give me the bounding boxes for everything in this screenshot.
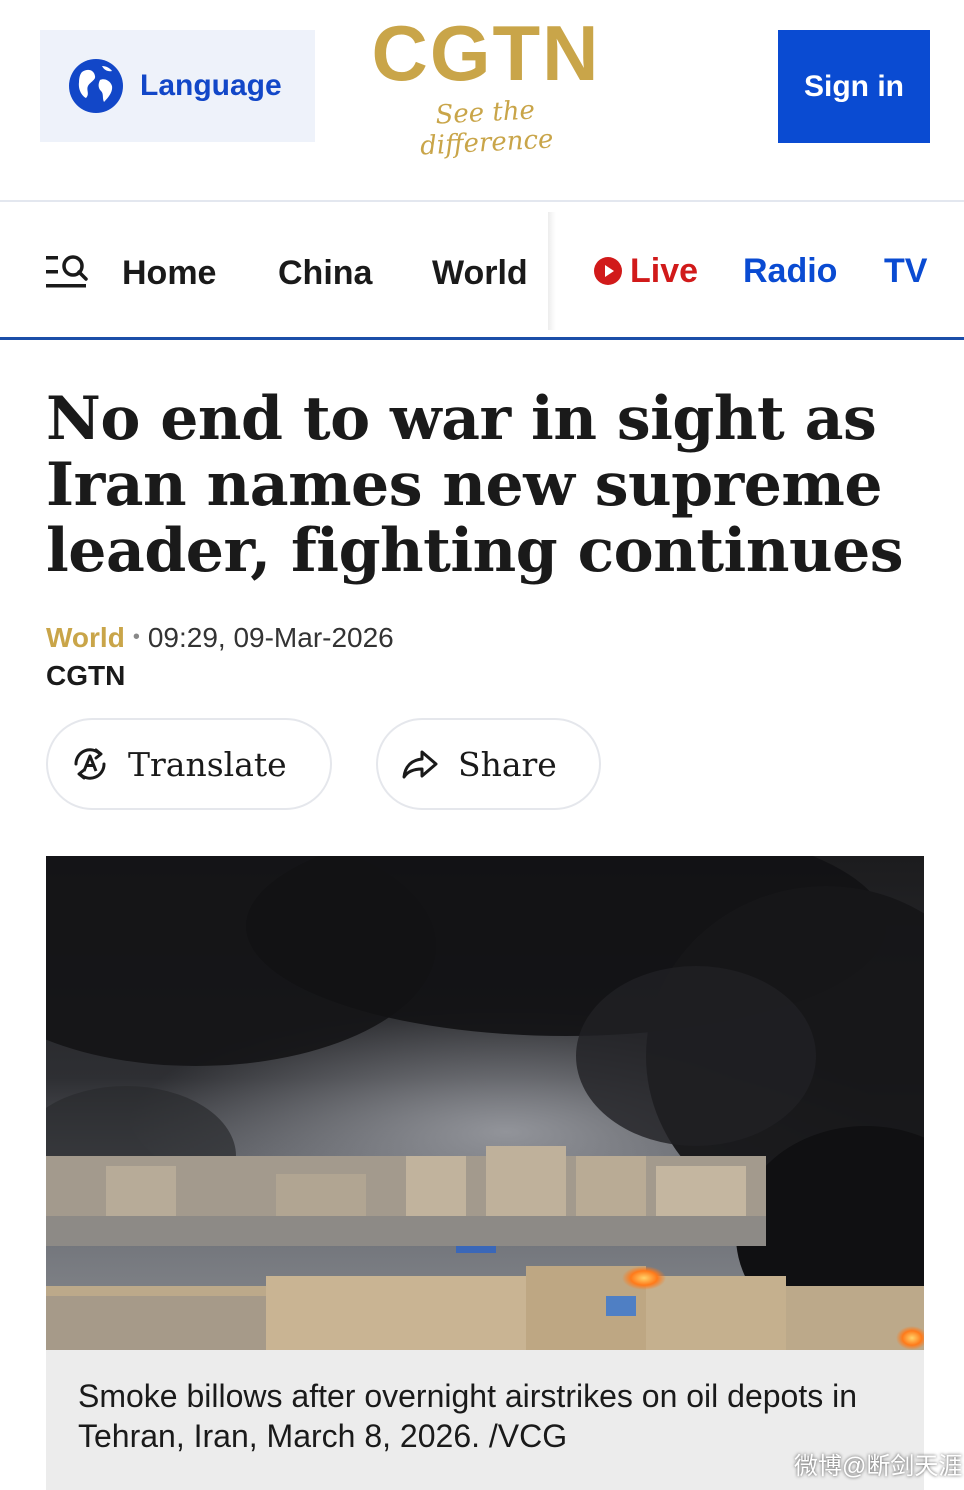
logo-tagline: See the difference bbox=[419, 95, 555, 162]
menu-search-icon[interactable] bbox=[46, 254, 88, 290]
logo-wordmark: CGTN bbox=[371, 9, 601, 97]
share-button[interactable]: Share bbox=[376, 718, 601, 810]
live-play-icon bbox=[594, 257, 622, 285]
nav-china[interactable]: China bbox=[278, 254, 372, 293]
translate-button[interactable]: Translate bbox=[46, 718, 332, 810]
article-datetime: 09:29, 09-Mar-2026 bbox=[147, 622, 394, 653]
nav-divider bbox=[0, 337, 964, 340]
translate-label: Translate bbox=[128, 744, 287, 784]
smoke-over-city-image bbox=[46, 856, 924, 1350]
sign-in-button[interactable]: Sign in bbox=[778, 30, 930, 143]
article-photo[interactable] bbox=[46, 856, 924, 1350]
meta-separator: • bbox=[132, 626, 140, 648]
photo-caption: Smoke billows after overnight airstrikes… bbox=[78, 1378, 858, 1454]
nav-world[interactable]: World bbox=[432, 254, 528, 293]
globe-icon bbox=[69, 59, 123, 113]
translate-icon bbox=[74, 748, 106, 780]
cgtn-logo[interactable]: CGTN See the difference bbox=[370, 9, 602, 161]
share-arrow-icon bbox=[402, 750, 438, 779]
article-meta: World • 09:29, 09-Mar-2026 bbox=[46, 622, 394, 654]
photo-caption-box: Smoke billows after overnight airstrikes… bbox=[46, 1350, 924, 1490]
nav-live-label: Live bbox=[630, 252, 699, 290]
article-headline: No end to war in sight as Iran names new… bbox=[46, 384, 904, 586]
main-nav: Home China World Live Radio TV bbox=[0, 202, 964, 338]
language-label: Language bbox=[140, 69, 282, 102]
nav-tv[interactable]: TV bbox=[884, 252, 927, 291]
language-button[interactable]: Language bbox=[40, 30, 315, 142]
article-source: CGTN bbox=[46, 660, 126, 691]
nav-radio[interactable]: Radio bbox=[743, 252, 837, 291]
nav-live[interactable]: Live bbox=[594, 252, 698, 291]
nav-scroll-divider bbox=[548, 212, 556, 330]
article-category[interactable]: World bbox=[46, 622, 125, 653]
weibo-watermark: 微博@断剑天涯 bbox=[794, 1453, 963, 1480]
nav-home[interactable]: Home bbox=[122, 254, 216, 293]
share-label: Share bbox=[458, 744, 557, 784]
